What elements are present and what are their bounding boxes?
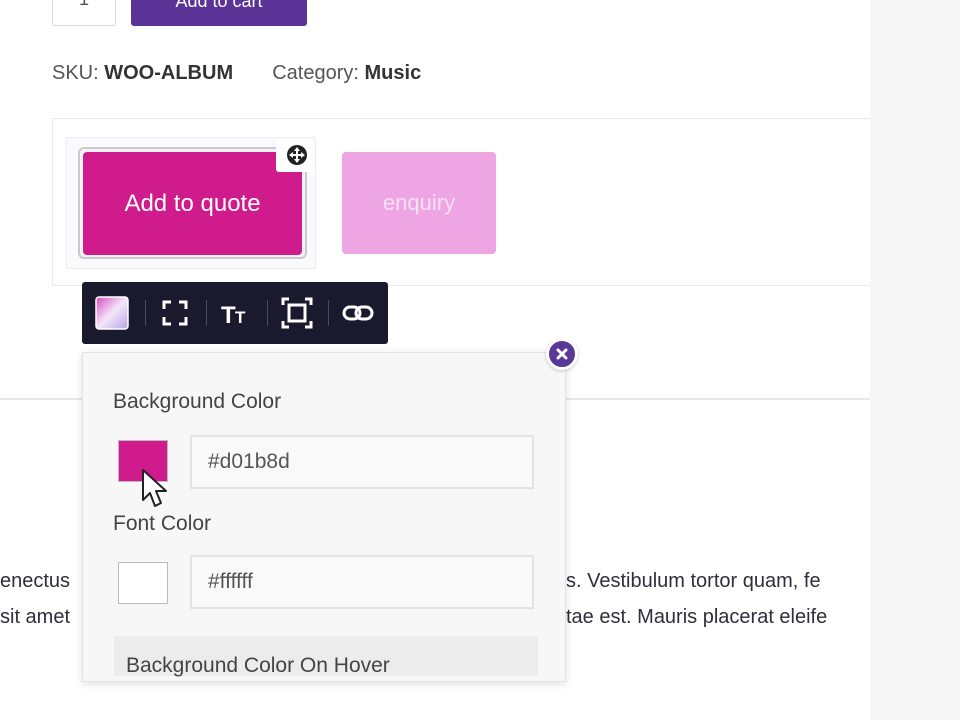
add-to-cart-label: Add to cart — [175, 0, 263, 11]
svg-text:T: T — [235, 308, 246, 327]
add-to-cart-button[interactable]: Add to cart — [131, 0, 307, 26]
category-label: Category: — [272, 62, 359, 84]
font-color-input[interactable] — [190, 555, 534, 609]
description-text-right-1: s. Vestibulum tortor quam, fe — [566, 570, 821, 592]
font-color-swatch[interactable] — [118, 562, 168, 604]
enquiry-button[interactable]: enquiry — [342, 152, 496, 254]
add-to-quote-label: Add to quote — [124, 190, 261, 217]
move-icon — [287, 145, 307, 165]
section-divider — [566, 398, 870, 400]
fullscreen-icon[interactable] — [157, 295, 193, 331]
button-style-toolbar: T T — [82, 282, 388, 344]
background-hover-label: Background Color On Hover — [126, 654, 390, 677]
gradient-color-icon[interactable] — [94, 295, 130, 331]
page-gutter — [870, 0, 960, 720]
background-color-input[interactable] — [190, 435, 534, 489]
background-hover-section[interactable]: Background Color On Hover — [114, 636, 538, 677]
sku-label: SKU: — [52, 62, 99, 84]
product-meta: SKU: WOO-ALBUM Category: Music — [52, 62, 421, 85]
quantity-value: 1 — [79, 0, 89, 9]
section-divider — [0, 398, 82, 400]
close-icon — [556, 348, 568, 360]
link-icon[interactable] — [340, 295, 376, 331]
padding-frame-icon[interactable] — [279, 295, 315, 331]
typography-icon[interactable]: T T — [218, 295, 254, 331]
close-popover-button[interactable] — [546, 338, 578, 370]
description-text-right-2: tae est. Mauris placerat eleife — [566, 606, 828, 628]
enquiry-label: enquiry — [382, 190, 456, 215]
mouse-cursor-icon — [142, 469, 167, 507]
svg-text:T: T — [221, 302, 236, 329]
description-text-left-1: enectus — [0, 570, 71, 592]
quantity-input[interactable]: 1 — [52, 0, 116, 26]
description-text-left-2: sit amet — [0, 606, 71, 628]
drag-handle[interactable] — [276, 140, 314, 172]
add-to-quote-button[interactable]: Add to quote — [83, 152, 302, 255]
font-color-label: Font Color — [113, 512, 212, 535]
sku-value: WOO-ALBUM — [104, 62, 234, 84]
category-link[interactable]: Music — [365, 62, 422, 84]
background-color-label: Background Color — [113, 390, 282, 413]
